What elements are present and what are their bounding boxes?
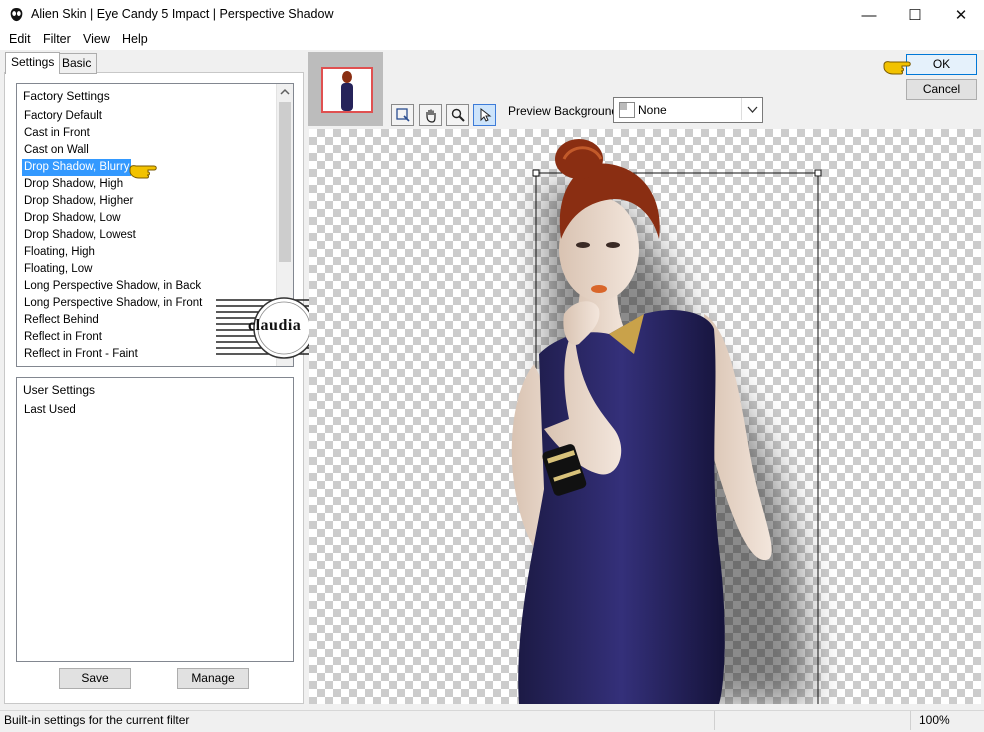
- zoom-level: 100%: [919, 713, 950, 727]
- list-item[interactable]: Floating, High: [22, 244, 97, 261]
- preview-background-select[interactable]: None: [613, 97, 763, 123]
- minimize-button[interactable]: —: [846, 0, 892, 30]
- list-item[interactable]: Reflect Behind: [22, 312, 101, 329]
- list-item[interactable]: Drop Shadow, Lowest: [22, 227, 138, 244]
- thumbnail-figure: [341, 71, 353, 111]
- user-settings-header: User Settings: [23, 383, 96, 397]
- list-item[interactable]: Reflect in Front - Faint: [22, 346, 140, 363]
- arrow-icon: [480, 107, 491, 122]
- navigate-icon: [395, 108, 410, 122]
- hand-tool[interactable]: [419, 104, 442, 126]
- menu-help[interactable]: Help: [122, 32, 148, 46]
- list-item[interactable]: Floating, Low: [22, 261, 94, 278]
- menu-filter[interactable]: Filter: [43, 32, 71, 46]
- pointing-hand-icon: [883, 61, 911, 75]
- list-item[interactable]: Long Perspective Shadow, in Front: [22, 295, 204, 312]
- menu-view[interactable]: View: [83, 32, 110, 46]
- select-tool[interactable]: [473, 104, 496, 126]
- minimize-icon: —: [861, 6, 877, 24]
- list-item[interactable]: Cast in Front: [22, 125, 92, 142]
- list-item[interactable]: Last Used: [22, 402, 78, 419]
- list-item-selected[interactable]: Drop Shadow, Blurry: [22, 159, 132, 176]
- maximize-icon: ☐: [908, 7, 922, 24]
- navigate-tool[interactable]: [391, 104, 414, 126]
- list-item[interactable]: Drop Shadow, Higher: [22, 193, 135, 210]
- preview-canvas[interactable]: [309, 129, 981, 704]
- list-item[interactable]: Cast on Wall: [22, 142, 91, 159]
- factory-settings-header: Factory Settings: [23, 89, 110, 103]
- preview-background-value: None: [638, 103, 667, 117]
- list-item[interactable]: Reflect in Front: [22, 329, 104, 346]
- save-button[interactable]: Save: [59, 668, 131, 689]
- close-button[interactable]: ✕: [938, 0, 984, 30]
- list-item[interactable]: Drop Shadow, Low: [22, 210, 123, 227]
- user-settings-list[interactable]: User Settings Last Used: [16, 377, 294, 662]
- navigator-thumbnail[interactable]: [321, 67, 373, 113]
- tab-settings[interactable]: Settings: [5, 52, 61, 74]
- maximize-button[interactable]: ☐: [892, 0, 938, 30]
- list-item[interactable]: Factory Default: [22, 108, 104, 125]
- status-divider: [910, 711, 911, 730]
- chevron-down-icon: [747, 106, 758, 113]
- hand-icon: [425, 109, 436, 123]
- scroll-up-icon[interactable]: [277, 84, 293, 100]
- list-item[interactable]: Long Perspective Shadow, in Back: [22, 278, 203, 295]
- zoom-tool[interactable]: [446, 104, 469, 126]
- status-text: Built-in settings for the current filter: [4, 713, 190, 727]
- preview-background-label: Preview Background:: [508, 104, 622, 118]
- watermark-text: claudia: [248, 317, 302, 334]
- app-icon: [10, 7, 23, 22]
- swatch-icon: [619, 102, 635, 118]
- manage-button[interactable]: Manage: [177, 668, 249, 689]
- zoom-icon: [451, 108, 465, 122]
- close-icon: ✕: [954, 7, 968, 24]
- window-title: Alien Skin | Eye Candy 5 Impact | Perspe…: [31, 7, 334, 21]
- scroll-thumb[interactable]: [279, 102, 291, 262]
- tab-basic[interactable]: Basic: [56, 53, 98, 74]
- menu-edit[interactable]: Edit: [9, 32, 31, 46]
- pointing-hand-icon: [129, 165, 157, 179]
- status-divider: [714, 711, 715, 730]
- preview-image: [511, 139, 822, 704]
- cancel-button[interactable]: Cancel: [906, 79, 977, 100]
- list-item[interactable]: Drop Shadow, High: [22, 176, 125, 193]
